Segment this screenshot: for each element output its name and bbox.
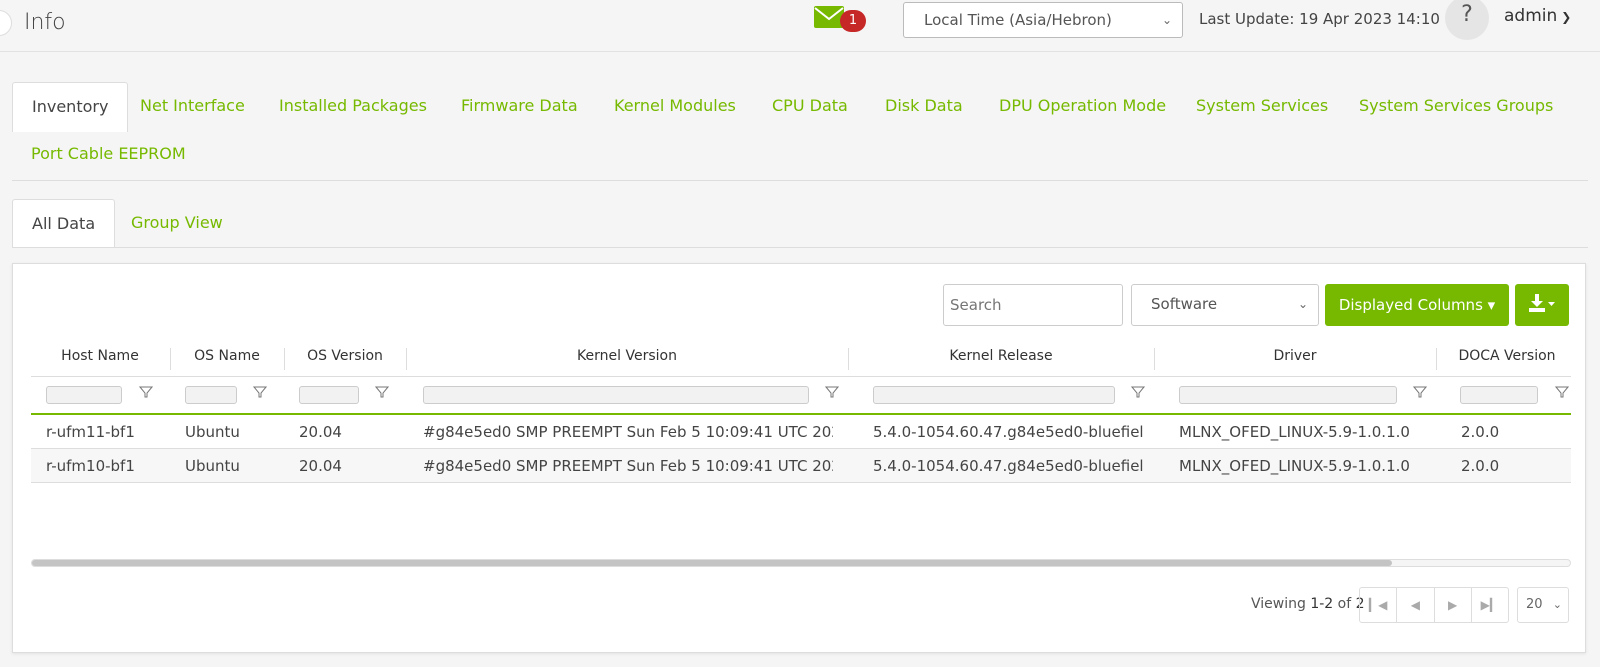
last-page-icon[interactable]: ▶▎ xyxy=(1472,588,1508,622)
table-row[interactable]: r-ufm10-bf1 Ubuntu 20.04 #g84e5ed0 SMP P… xyxy=(31,449,1571,483)
tab-net-interface[interactable]: Net Interface xyxy=(121,82,264,132)
driver-filter-input[interactable] xyxy=(1179,386,1397,404)
header-divider xyxy=(31,376,1571,377)
driver-cell: MLNX_OFED_LINUX-5.9-1.0.1.0: xyxy=(1179,423,1409,441)
viewing-of: of xyxy=(1337,596,1352,612)
tab-cpu-data[interactable]: CPU Data xyxy=(753,82,867,132)
os-name-cell: Ubuntu xyxy=(185,423,240,441)
column-header-host-name[interactable]: Host Name xyxy=(31,348,169,370)
column-header-doca-version[interactable]: DOCA Version xyxy=(1437,348,1577,370)
tab-kernel-modules[interactable]: Kernel Modules xyxy=(595,82,755,132)
horizontal-scrollbar[interactable] xyxy=(31,559,1571,567)
filter-icon[interactable] xyxy=(825,385,839,399)
data-panel: Software ⌄ Displayed Columns ▾ Host Name… xyxy=(12,263,1586,653)
collapse-sidebar-button[interactable] xyxy=(0,10,12,36)
column-header-os-version[interactable]: OS Version xyxy=(285,348,405,370)
doca-version-cell: 2.0.0 xyxy=(1461,457,1500,475)
subtab-all-data[interactable]: All Data xyxy=(12,199,116,248)
filter-icon[interactable] xyxy=(139,385,153,399)
tab-system-services[interactable]: System Services xyxy=(1177,82,1347,132)
column-header-os-name[interactable]: OS Name xyxy=(171,348,283,370)
username: admin xyxy=(1504,6,1558,26)
next-page-icon[interactable]: ▶ xyxy=(1435,588,1472,622)
top-header: Info 1 Local Time (Asia/Hebron) ⌄ Last U… xyxy=(0,0,1600,52)
filter-icon[interactable] xyxy=(1413,385,1427,399)
pagination-controls: ▎◀ ◀ ▶ ▶▎ xyxy=(1359,587,1509,623)
os-version-cell: 20.04 xyxy=(299,423,342,441)
tab-port-cable-eeprom[interactable]: Port Cable EEPROM xyxy=(12,130,205,180)
tab-firmware-data[interactable]: Firmware Data xyxy=(442,82,597,132)
timezone-value: Local Time (Asia/Hebron) xyxy=(924,11,1112,29)
chevron-down-icon: ⌄ xyxy=(1161,13,1172,27)
table-row[interactable]: r-ufm11-bf1 Ubuntu 20.04 #g84e5ed0 SMP P… xyxy=(31,415,1571,449)
kernel-release-cell: 5.4.0-1054.60.47.g84e5ed0-bluefield xyxy=(873,423,1143,441)
search-input[interactable] xyxy=(943,284,1123,326)
page-size-value: 20 xyxy=(1526,597,1543,612)
driver-cell: MLNX_OFED_LINUX-5.9-1.0.1.0: xyxy=(1179,457,1409,475)
os-name-cell: Ubuntu xyxy=(185,457,240,475)
download-icon xyxy=(1529,294,1555,312)
help-button[interactable]: ? xyxy=(1445,0,1489,40)
first-page-icon[interactable]: ▎◀ xyxy=(1360,588,1398,622)
data-type-select[interactable]: Software ⌄ xyxy=(1131,284,1319,326)
chevron-down-icon: ⌄ xyxy=(1552,598,1562,611)
displayed-columns-button[interactable]: Displayed Columns ▾ xyxy=(1325,284,1509,326)
viewing-range: 1-2 xyxy=(1310,596,1334,612)
kernel-release-cell: 5.4.0-1054.60.47.g84e5ed0-bluefield xyxy=(873,457,1143,475)
notification-badge: 1 xyxy=(840,10,866,32)
previous-page-icon[interactable]: ◀ xyxy=(1397,588,1435,622)
page-title: Info xyxy=(24,10,66,35)
filter-icon[interactable] xyxy=(1131,385,1145,399)
kernel-version-filter-input[interactable] xyxy=(423,386,809,404)
subtab-group-view[interactable]: Group View xyxy=(112,199,242,249)
tab-dpu-operation-mode[interactable]: DPU Operation Mode xyxy=(980,82,1185,132)
kernel-release-filter-input[interactable] xyxy=(873,386,1115,404)
filter-icon[interactable] xyxy=(253,385,267,399)
column-header-kernel-release[interactable]: Kernel Release xyxy=(849,348,1153,370)
viewing-label: Viewing xyxy=(1251,596,1306,612)
tab-inventory[interactable]: Inventory xyxy=(12,82,129,132)
chevron-down-icon: ⌄ xyxy=(1297,297,1308,311)
kernel-version-cell: #g84e5ed0 SMP PREEMPT Sun Feb 5 10:09:41… xyxy=(423,423,833,441)
tab-system-services-groups[interactable]: System Services Groups xyxy=(1340,82,1572,132)
column-header-kernel-version[interactable]: Kernel Version xyxy=(407,348,847,370)
kernel-version-cell: #g84e5ed0 SMP PREEMPT Sun Feb 5 10:09:41… xyxy=(423,457,833,475)
os-version-cell: 20.04 xyxy=(299,457,342,475)
chevron-down-icon: ❯ xyxy=(1561,10,1572,24)
data-type-value: Software xyxy=(1151,295,1218,313)
page-size-select[interactable]: 20 ⌄ xyxy=(1517,587,1569,623)
doca-version-cell: 2.0.0 xyxy=(1461,423,1500,441)
last-update-text: Last Update: 19 Apr 2023 14:10 xyxy=(1199,10,1440,28)
host-name-cell: r-ufm11-bf1 xyxy=(46,423,135,441)
scrollbar-thumb[interactable] xyxy=(32,560,1392,566)
os-name-filter-input[interactable] xyxy=(185,386,237,404)
timezone-select[interactable]: Local Time (Asia/Hebron) ⌄ xyxy=(903,2,1183,38)
tab-installed-packages[interactable]: Installed Packages xyxy=(260,82,446,132)
tab-disk-data[interactable]: Disk Data xyxy=(866,82,982,132)
column-header-driver[interactable]: Driver xyxy=(1155,348,1435,370)
filter-icon[interactable] xyxy=(375,385,389,399)
host-name-filter-input[interactable] xyxy=(46,386,122,404)
host-name-cell: r-ufm10-bf1 xyxy=(46,457,135,475)
os-version-filter-input[interactable] xyxy=(299,386,359,404)
user-menu[interactable]: admin ❯ xyxy=(1504,6,1571,26)
filter-icon[interactable] xyxy=(1555,385,1569,399)
subtabs-divider xyxy=(12,247,1588,248)
download-button[interactable] xyxy=(1515,284,1569,326)
tabs-divider xyxy=(12,180,1588,181)
viewing-text: Viewing 1-2 of 2 xyxy=(1251,596,1365,612)
doca-version-filter-input[interactable] xyxy=(1460,386,1538,404)
